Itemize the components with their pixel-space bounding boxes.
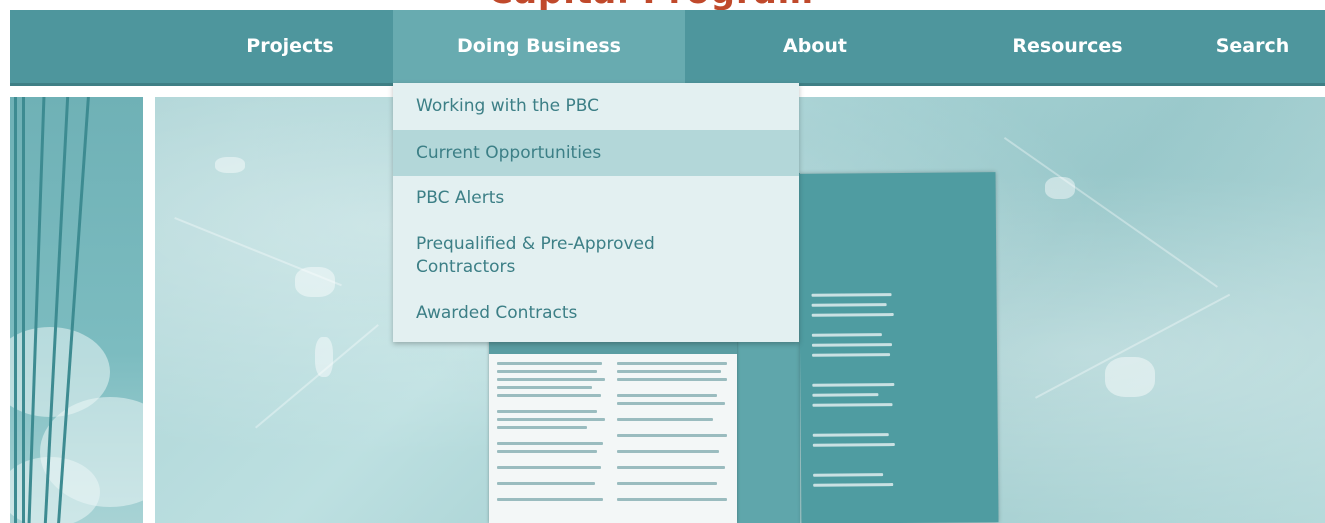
menu-item-pbc-alerts[interactable]: PBC Alerts [393,176,799,221]
brochure-page [489,340,737,523]
nav-item-about[interactable]: About [695,10,935,83]
nav-item-resources[interactable]: Resources [935,10,1200,83]
side-image [10,97,143,523]
site-title: Capital Program [488,0,813,10]
main-navigation: Projects Doing Business About Resources … [10,10,1325,83]
top-strip: Capital Program [0,0,1325,10]
nav-item-search[interactable]: Search [1180,10,1325,83]
doing-business-dropdown: Working with the PBC Current Opportuniti… [393,83,799,342]
nav-item-projects[interactable]: Projects [190,10,390,83]
brochure-page [798,172,999,523]
menu-item-label: Prequalified & Pre-Approved Contractors [416,234,655,277]
menu-item-awarded-contracts[interactable]: Awarded Contracts [393,288,799,342]
nav-item-doing-business[interactable]: Doing Business [393,10,685,83]
menu-item-working-with-pbc[interactable]: Working with the PBC [393,83,799,130]
menu-item-current-opportunities[interactable]: Current Opportunities [393,130,799,176]
menu-item-prequalified-contractors[interactable]: Prequalified & Pre-Approved Contractors [393,221,799,288]
